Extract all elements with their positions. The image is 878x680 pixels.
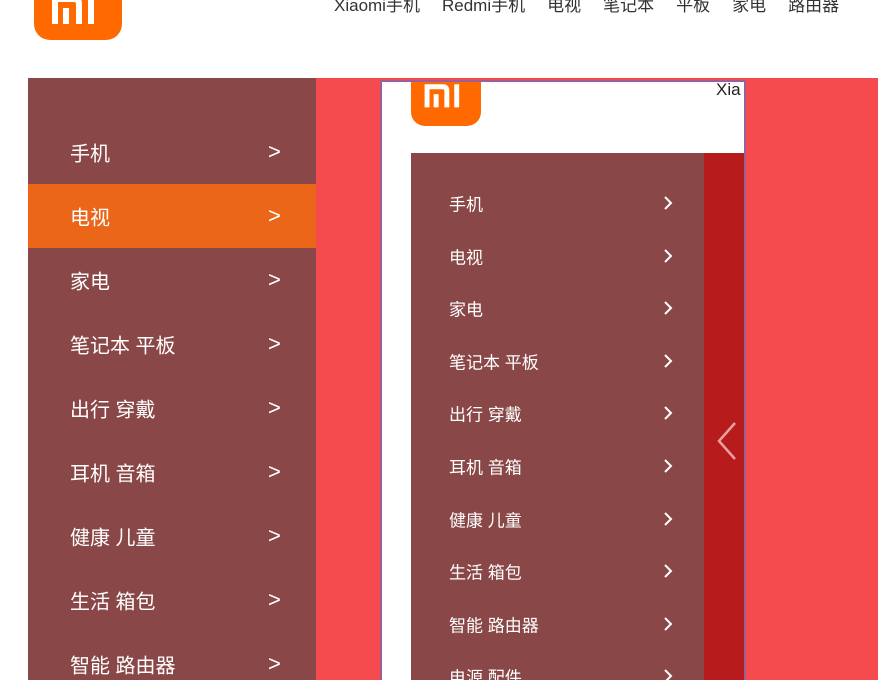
chevron-left-icon	[717, 422, 736, 460]
nested-category-item[interactable]: 手机	[411, 177, 704, 229]
preview-frame: Xia 手机电视家电笔记本 平板 出行 穿戴耳机 音箱健康 儿童生活 箱包智能 路…	[380, 80, 746, 680]
category-item[interactable]: 家电 >	[28, 248, 316, 312]
nav-item-tablet[interactable]: 平板	[676, 0, 710, 16]
carousel-area: 手机电视家电笔记本 平板 出行 穿戴耳机 音箱健康 儿童生活 箱包智能 路由器电源…	[411, 153, 744, 680]
nested-category-item[interactable]: 健康 儿童	[411, 493, 704, 545]
nested-category-label: 耳机 音箱	[449, 458, 522, 478]
category-item-label: 出行 穿戴	[70, 399, 156, 422]
chevron-right-icon	[663, 248, 673, 264]
nested-category-label: 家电	[449, 300, 483, 320]
category-item[interactable]: 笔记本 平板 >	[28, 312, 316, 376]
category-item-label: 健康 儿童	[70, 527, 156, 550]
nested-category-label: 生活 箱包	[449, 563, 522, 583]
category-item[interactable]: 智能 路由器 >	[28, 632, 316, 680]
nav-item-appliances[interactable]: 家电	[732, 0, 766, 16]
nested-category-item[interactable]: 耳机 音箱	[411, 440, 704, 492]
chevron-right-icon	[663, 616, 673, 632]
chevron-right-icon: >	[268, 203, 281, 228]
chevron-right-icon	[663, 405, 673, 421]
nav-item-laptop[interactable]: 笔记本	[603, 0, 654, 16]
nested-category-item[interactable]: 出行 穿戴	[411, 387, 704, 439]
chevron-right-icon: >	[268, 267, 281, 292]
chevron-right-icon: >	[268, 523, 281, 548]
chevron-right-icon	[663, 511, 673, 527]
nested-category-menu: 手机电视家电笔记本 平板 出行 穿戴耳机 音箱健康 儿童生活 箱包智能 路由器电源…	[411, 153, 704, 680]
category-item-label: 笔记本 平板	[70, 335, 176, 358]
nested-category-item[interactable]: 家电	[411, 282, 704, 334]
chevron-right-icon: >	[268, 459, 281, 484]
nested-category-label: 电源 配件	[449, 668, 522, 680]
nested-category-label: 健康 儿童	[449, 511, 522, 531]
category-item[interactable]: 手机 >	[28, 120, 316, 184]
chevron-right-icon	[663, 353, 673, 369]
chevron-right-icon	[663, 300, 673, 316]
mi-logo-icon[interactable]	[34, 0, 122, 40]
nested-category-label: 笔记本 平板	[449, 353, 539, 373]
nested-category-item[interactable]: 电视	[411, 230, 704, 282]
nav-item-router[interactable]: 路由器	[788, 0, 839, 16]
chevron-right-icon: >	[268, 651, 281, 676]
category-item-label: 智能 路由器	[70, 655, 176, 678]
chevron-right-icon: >	[268, 395, 281, 420]
category-menu: 手机 > 电视 > 家电 > 笔记本 平板 > 出行 穿戴 > 耳机 音箱 > 健康 儿童 > 生活 箱包 >…	[28, 78, 316, 680]
chevron-right-icon: >	[268, 587, 281, 612]
chevron-right-icon	[663, 195, 673, 211]
chevron-right-icon	[663, 563, 673, 579]
category-item-label: 生活 箱包	[70, 591, 156, 614]
category-item[interactable]: 出行 穿戴 >	[28, 376, 316, 440]
category-item[interactable]: 健康 儿童 >	[28, 504, 316, 568]
chevron-right-icon	[663, 458, 673, 474]
nested-category-item[interactable]: 笔记本 平板	[411, 335, 704, 387]
chevron-right-icon: >	[268, 139, 281, 164]
nested-category-label: 电视	[449, 248, 483, 268]
category-item[interactable]: 耳机 音箱 >	[28, 440, 316, 504]
nested-category-label: 出行 穿戴	[449, 405, 522, 425]
category-item[interactable]: 生活 箱包 >	[28, 568, 316, 632]
nested-category-item[interactable]: 电源 配件	[411, 650, 704, 680]
category-panel: 手机 > 电视 > 家电 > 笔记本 平板 > 出行 穿戴 > 耳机 音箱 > 健康 儿童 > 生活 箱包 >…	[28, 78, 878, 680]
nav-item-xiaomi-phone[interactable]: Xiaomi手机	[334, 0, 420, 16]
nav-item-tv[interactable]: 电视	[547, 0, 581, 16]
nested-category-label: 手机	[449, 195, 483, 215]
category-item[interactable]: 电视 >	[28, 184, 316, 248]
nav-item-redmi-phone[interactable]: Redmi手机	[442, 0, 525, 16]
top-nav: Xiaomi手机 Redmi手机 电视 笔记本 平板 家电 路由器	[334, 0, 839, 16]
nested-category-item[interactable]: 智能 路由器	[411, 598, 704, 650]
category-item-label: 电视	[70, 207, 110, 230]
nested-nav-title[interactable]: Xia	[716, 82, 741, 100]
chevron-right-icon: >	[268, 331, 281, 356]
chevron-right-icon	[663, 668, 673, 680]
category-item-label: 家电	[70, 271, 110, 294]
carousel-prev-button[interactable]	[713, 417, 741, 465]
category-item-label: 手机	[70, 143, 110, 166]
nested-category-label: 智能 路由器	[449, 616, 539, 636]
nested-category-item[interactable]: 生活 箱包	[411, 545, 704, 597]
category-item-label: 耳机 音箱	[70, 463, 156, 486]
mi-logo-icon[interactable]	[411, 82, 481, 126]
